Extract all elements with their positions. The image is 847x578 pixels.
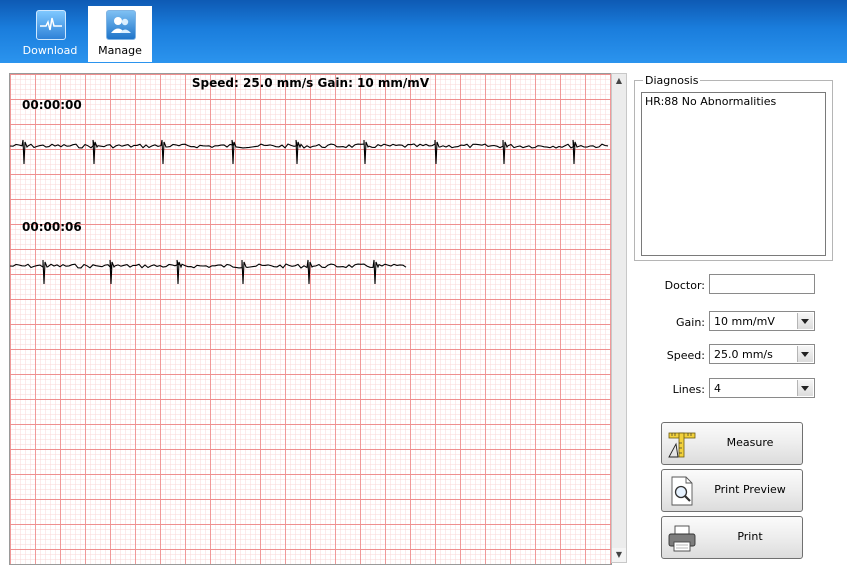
speed-value: 25.0 mm/s: [714, 348, 773, 361]
tab-download-label: Download: [22, 44, 78, 57]
scroll-down-icon[interactable]: ▼: [612, 548, 626, 562]
print-button-label: Print: [737, 530, 763, 543]
printer-icon: [668, 525, 696, 552]
tab-manage[interactable]: Manage: [88, 6, 152, 62]
diagnosis-group: Diagnosis HR:88 No Abnormalities: [634, 74, 833, 261]
ecg-panel[interactable]: Speed: 25.0 mm/s Gain: 10 mm/mV 00:00:00…: [9, 73, 612, 565]
print-preview-icon: [671, 476, 693, 506]
diagnosis-textbox[interactable]: HR:88 No Abnormalities: [641, 92, 826, 256]
print-preview-button[interactable]: Print Preview: [661, 469, 803, 512]
doctor-label: Doctor:: [664, 279, 705, 292]
gain-select[interactable]: 10 mm/mV: [709, 311, 815, 331]
ecg-grid: [10, 74, 611, 564]
gain-value: 10 mm/mV: [714, 315, 775, 328]
tab-manage-label: Manage: [98, 44, 142, 57]
print-button[interactable]: Print: [661, 516, 803, 559]
doctor-field[interactable]: [709, 274, 815, 294]
vertical-scrollbar[interactable]: ▲ ▼: [611, 73, 627, 563]
ecg-header: Speed: 25.0 mm/s Gain: 10 mm/mV: [191, 76, 430, 90]
chevron-down-icon[interactable]: [797, 313, 813, 329]
chevron-down-icon[interactable]: [797, 380, 813, 396]
measure-button-label: Measure: [726, 436, 774, 449]
top-toolbar: Download Manage: [0, 0, 847, 63]
scroll-up-icon[interactable]: ▲: [612, 74, 626, 88]
ecg-wave-icon: [36, 10, 66, 40]
print-preview-button-label: Print Preview: [714, 483, 786, 496]
strip-timestamp: 00:00:06: [22, 220, 82, 234]
speed-label: Speed:: [666, 349, 705, 362]
chevron-down-icon[interactable]: [797, 346, 813, 362]
users-icon: [106, 10, 136, 40]
ecg-trace: [10, 259, 407, 285]
gain-label: Gain:: [676, 316, 705, 329]
diagnosis-legend: Diagnosis: [643, 74, 701, 87]
ruler-icon: [668, 432, 696, 458]
measure-button[interactable]: Measure: [661, 422, 803, 465]
lines-select[interactable]: 4: [709, 378, 815, 398]
tab-download[interactable]: Download: [18, 6, 82, 62]
lines-label: Lines:: [672, 383, 705, 396]
speed-select[interactable]: 25.0 mm/s: [709, 344, 815, 364]
lines-value: 4: [714, 382, 721, 395]
ecg-trace: [10, 139, 609, 165]
strip-timestamp: 00:00:00: [22, 98, 82, 112]
